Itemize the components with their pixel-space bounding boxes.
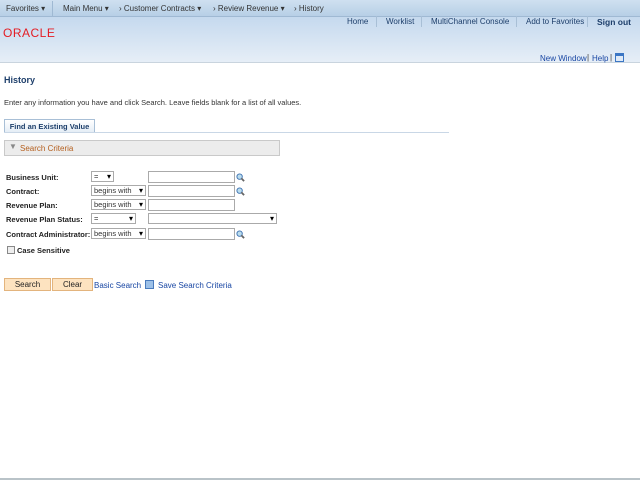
customize-page-icon[interactable] <box>615 53 624 62</box>
revenue-plan-status-select[interactable] <box>148 213 277 224</box>
revenue-plan-input[interactable] <box>148 199 235 211</box>
contract-administrator-label: Contract Administrator: <box>6 230 91 239</box>
revenue-plan-operator-select[interactable]: begins with <box>91 199 146 210</box>
crumb-label: Customer Contracts <box>123 4 196 13</box>
divider <box>376 16 377 27</box>
top-nav-bar: Favorites ▾ Main Menu ▾ › Customer Contr… <box>0 0 640 17</box>
home-link[interactable]: Home <box>347 17 368 26</box>
lookup-contract-icon[interactable] <box>236 187 245 196</box>
tab-underline <box>4 132 449 133</box>
divider <box>52 1 53 16</box>
contract-input[interactable] <box>148 185 235 197</box>
save-search-criteria-link[interactable]: Save Search Criteria <box>158 281 232 290</box>
breadcrumb-customer-contracts[interactable]: › Customer Contracts ▾ <box>119 4 201 13</box>
lookup-contract-administrator-icon[interactable] <box>236 230 245 239</box>
section-title: Search Criteria <box>20 144 74 153</box>
divider <box>587 16 588 27</box>
tab-find-existing-value[interactable]: Find an Existing Value <box>4 119 95 133</box>
contract-administrator-operator-select[interactable]: begins with <box>91 228 146 239</box>
contract-operator-select[interactable]: begins with <box>91 185 146 196</box>
save-criteria-icon[interactable] <box>145 280 154 289</box>
worklist-link[interactable]: Worklist <box>386 17 414 26</box>
page-title: History <box>4 75 36 85</box>
help-link[interactable]: Help <box>592 54 608 63</box>
favorites-label: Favorites <box>6 4 39 13</box>
favorites-menu[interactable]: Favorites ▾ <box>6 4 45 13</box>
contract-label: Contract: <box>6 187 40 196</box>
business-unit-operator-select[interactable]: = <box>91 171 114 182</box>
revenue-plan-status-operator-select[interactable]: = <box>91 213 136 224</box>
add-to-favorites-link[interactable]: Add to Favorites <box>526 17 584 26</box>
main-menu-label: Main Menu <box>63 4 103 13</box>
revenue-plan-status-label: Revenue Plan Status: <box>6 215 83 224</box>
search-criteria-section[interactable]: ▼ Search Criteria <box>4 140 280 156</box>
breadcrumb-history[interactable]: › History <box>294 4 324 13</box>
business-unit-input[interactable] <box>148 171 235 183</box>
revenue-plan-label: Revenue Plan: <box>6 201 58 210</box>
multichannel-console-link[interactable]: MultiChannel Console <box>431 17 509 26</box>
clear-button[interactable]: Clear <box>52 278 93 291</box>
oracle-logo: ORACLE <box>3 26 56 40</box>
divider <box>516 16 517 27</box>
main-menu[interactable]: Main Menu ▾ <box>63 4 109 13</box>
lookup-business-unit-icon[interactable] <box>236 173 245 182</box>
crumb-label: History <box>298 4 324 13</box>
contract-administrator-input[interactable] <box>148 228 235 240</box>
basic-search-link[interactable]: Basic Search <box>94 281 141 290</box>
sign-out-link[interactable]: Sign out <box>597 17 631 27</box>
search-button[interactable]: Search <box>4 278 51 291</box>
new-window-link[interactable]: New Window <box>540 54 587 63</box>
case-sensitive-checkbox[interactable] <box>7 246 15 254</box>
collapse-arrow-icon: ▼ <box>9 142 17 151</box>
instructions-text: Enter any information you have and click… <box>4 98 302 107</box>
crumb-label: Review Revenue <box>217 4 279 13</box>
divider <box>421 16 422 27</box>
breadcrumb-review-revenue[interactable]: › Review Revenue ▾ <box>213 4 285 13</box>
business-unit-label: Business Unit: <box>6 173 59 182</box>
case-sensitive-label: Case Sensitive <box>17 246 70 255</box>
